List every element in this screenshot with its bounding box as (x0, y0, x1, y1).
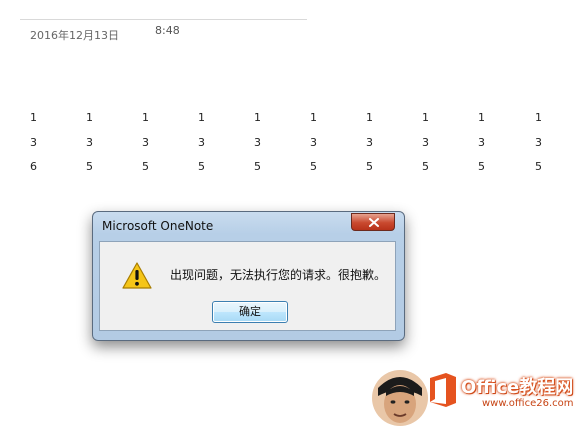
table-cell: 3 (142, 136, 149, 149)
table-cell: 3 (254, 136, 261, 149)
table-cell: 3 (198, 136, 205, 149)
table-cell: 5 (86, 160, 93, 173)
table-cell: 3 (30, 136, 37, 149)
table-cell: 1 (198, 111, 205, 124)
note-date: 2016年12月13日 (30, 29, 119, 42)
table-cell: 5 (478, 160, 485, 173)
close-icon (369, 218, 379, 227)
avatar-portrait (372, 370, 428, 426)
table-cell: 3 (86, 136, 93, 149)
table-cell: 3 (310, 136, 317, 149)
table-cell: 6 (30, 160, 37, 173)
table-cell: 5 (535, 160, 542, 173)
note-time: 8:48 (155, 24, 180, 37)
table-cell: 3 (478, 136, 485, 149)
dialog-body: 出现问题，无法执行您的请求。很抱歉。 确定 (99, 241, 396, 331)
table-cell: 1 (142, 111, 149, 124)
table-cell: 1 (310, 111, 317, 124)
table-cell: 3 (535, 136, 542, 149)
dialog-title: Microsoft OneNote (102, 219, 214, 233)
table-cell: 1 (254, 111, 261, 124)
brand-name: Office教程网 (461, 377, 574, 398)
note-header-rule (20, 19, 307, 20)
table-cell: 5 (254, 160, 261, 173)
table-cell: 3 (422, 136, 429, 149)
table-cell: 1 (535, 111, 542, 124)
table-cell: 5 (142, 160, 149, 173)
table-cell: 5 (198, 160, 205, 173)
brand-url: www.office26.com (482, 398, 574, 409)
error-dialog: Microsoft OneNote 出现问题，无法执行您的请求。很抱歉。 确定 (92, 211, 405, 341)
table-cell: 5 (422, 160, 429, 173)
table-cell: 3 (366, 136, 373, 149)
avatar (372, 370, 428, 426)
office-logo-icon (430, 373, 456, 407)
table-cell: 5 (310, 160, 317, 173)
table-cell: 1 (30, 111, 37, 124)
table-cell: 1 (366, 111, 373, 124)
table-cell: 1 (86, 111, 93, 124)
warning-icon (122, 262, 152, 289)
close-button[interactable] (351, 213, 395, 231)
dialog-message: 出现问题，无法执行您的请求。很抱歉。 (170, 268, 387, 282)
table-cell: 1 (478, 111, 485, 124)
table-cell: 1 (422, 111, 429, 124)
ok-button[interactable]: 确定 (212, 301, 288, 323)
table-cell: 5 (366, 160, 373, 173)
